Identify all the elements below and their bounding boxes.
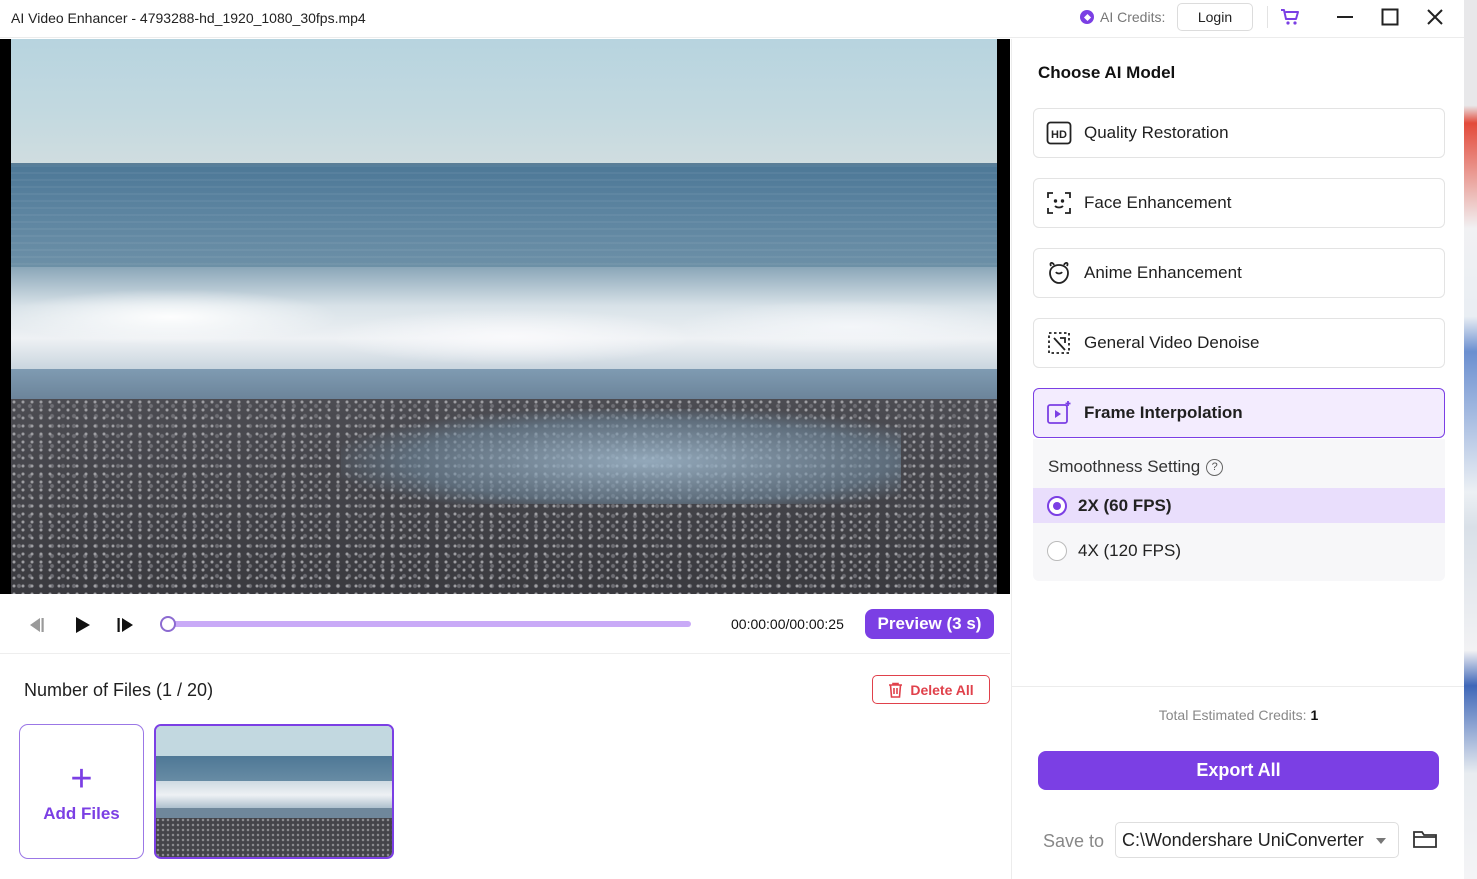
- minimize-icon[interactable]: [1332, 4, 1358, 30]
- frame-interpolation-icon: [1046, 400, 1072, 426]
- timecode: 00:00:00/00:00:25: [731, 616, 844, 632]
- next-frame-icon[interactable]: [115, 614, 137, 636]
- smoothness-setting-label: Smoothness Setting ?: [1048, 457, 1224, 477]
- video-thumbnail[interactable]: [154, 724, 394, 859]
- close-icon[interactable]: [1422, 4, 1448, 30]
- export-all-button[interactable]: Export All: [1038, 751, 1439, 790]
- folder-icon[interactable]: [1412, 827, 1438, 851]
- model-label: General Video Denoise: [1084, 333, 1260, 352]
- radio-selected[interactable]: [1047, 495, 1067, 516]
- chevron-down-icon: [1376, 838, 1386, 844]
- radio-unselected[interactable]: [1047, 540, 1067, 561]
- desktop-background-strip: [1464, 0, 1477, 879]
- total-estimated-credits: Total Estimated Credits: 1: [1158, 707, 1319, 723]
- preview-button[interactable]: Preview (3 s): [865, 609, 994, 639]
- ai-credits: AI Credits:: [1080, 9, 1165, 25]
- ai-model-panel: Choose AI Model HD Quality Restoration F…: [1011, 39, 1465, 879]
- anime-character-icon: [1046, 260, 1072, 286]
- video-frame: [11, 39, 997, 594]
- previous-frame-icon[interactable]: [24, 614, 46, 636]
- ai-credits-label: AI Credits:: [1100, 9, 1166, 25]
- credits-icon: [1080, 10, 1094, 24]
- denoise-icon: [1046, 330, 1072, 356]
- files-count: Number of Files (1 / 20): [24, 680, 214, 700]
- play-icon[interactable]: [71, 614, 93, 636]
- model-frame-interpolation[interactable]: Frame Interpolation: [1033, 388, 1445, 438]
- timeline-track[interactable]: [168, 621, 691, 627]
- title-bar: AI Video Enhancer - 4793288-hd_1920_1080…: [0, 0, 1464, 38]
- model-label: Face Enhancement: [1084, 193, 1232, 212]
- smoothness-settings: Smoothness Setting ? 2X (60 FPS) 4X (120…: [1033, 439, 1445, 581]
- timeline-handle[interactable]: [160, 616, 176, 632]
- model-label: Quality Restoration: [1084, 123, 1229, 142]
- panel-title: Choose AI Model: [1038, 63, 1176, 82]
- save-to-label: Save to: [1043, 831, 1105, 851]
- option-4x-120fps[interactable]: 4X (120 FPS): [1033, 533, 1445, 568]
- maximize-icon[interactable]: [1377, 4, 1403, 30]
- svg-text:HD: HD: [1051, 129, 1067, 141]
- model-face-enhancement[interactable]: Face Enhancement: [1033, 178, 1445, 228]
- panel-divider: [1012, 686, 1465, 687]
- model-quality-restoration[interactable]: HD Quality Restoration: [1033, 108, 1445, 158]
- model-label: Anime Enhancement: [1084, 263, 1242, 282]
- option-label: 2X (60 FPS): [1078, 495, 1172, 515]
- delete-all-label: Delete All: [910, 681, 974, 698]
- model-anime-enhancement[interactable]: Anime Enhancement: [1033, 248, 1445, 298]
- estimated-credits-value: 1: [1310, 707, 1319, 723]
- save-path-value: C:\Wondershare UniConverter: [1122, 829, 1364, 850]
- add-files-button[interactable]: + Add Files: [19, 724, 144, 859]
- option-2x-60fps[interactable]: 2X (60 FPS): [1033, 488, 1445, 523]
- video-preview[interactable]: [0, 39, 1010, 594]
- model-general-video-denoise[interactable]: General Video Denoise: [1033, 318, 1445, 368]
- player-controls: 00:00:00/00:00:25 Preview (3 s): [0, 594, 1010, 654]
- face-scan-icon: [1046, 190, 1072, 216]
- delete-all-button[interactable]: Delete All: [872, 675, 990, 704]
- login-button[interactable]: Login: [1177, 3, 1253, 31]
- title-divider: [1267, 6, 1268, 28]
- help-icon[interactable]: ?: [1206, 458, 1224, 476]
- add-files-label: Add Files: [43, 803, 120, 823]
- window-title: AI Video Enhancer - 4793288-hd_1920_1080…: [11, 10, 366, 26]
- save-path-dropdown[interactable]: C:\Wondershare UniConverter: [1115, 822, 1399, 858]
- plus-icon: +: [70, 757, 93, 800]
- app-window: AI Video Enhancer - 4793288-hd_1920_1080…: [0, 0, 1477, 879]
- model-label: Frame Interpolation: [1084, 403, 1243, 422]
- trash-icon: [889, 682, 903, 698]
- hd-icon: HD: [1046, 120, 1072, 146]
- option-label: 4X (120 FPS): [1078, 540, 1181, 560]
- cart-icon[interactable]: [1280, 7, 1300, 27]
